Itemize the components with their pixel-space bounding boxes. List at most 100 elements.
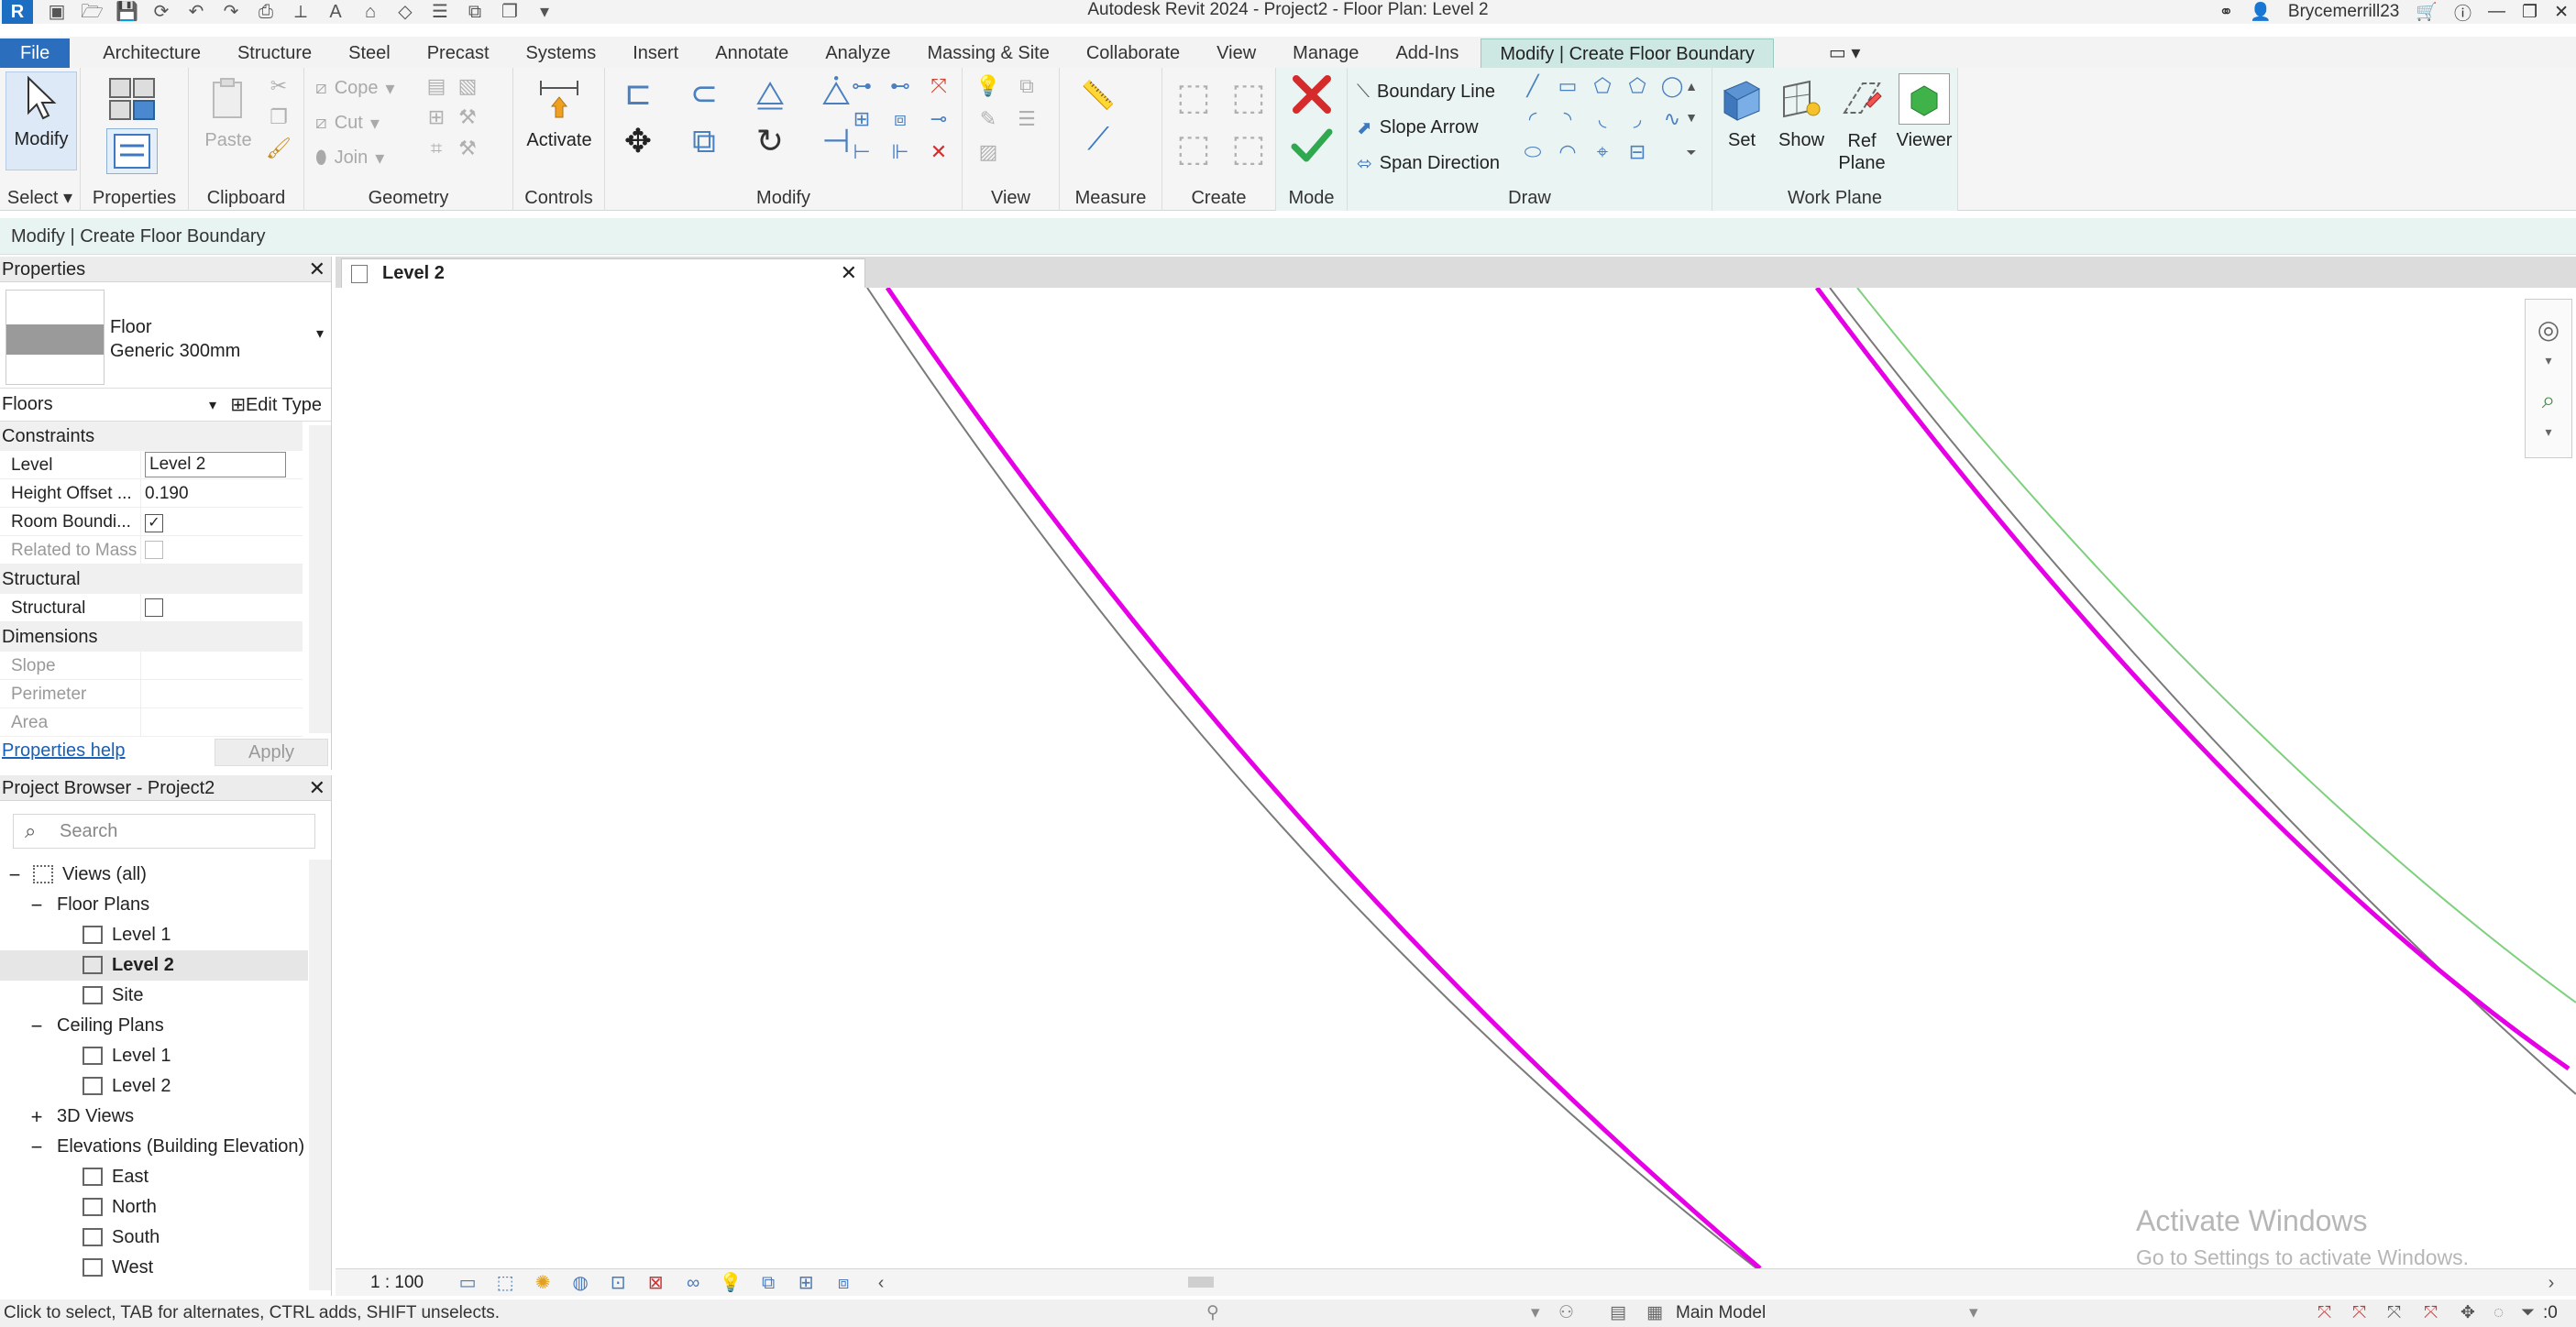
demolish-icon[interactable]: ⚒ (455, 104, 480, 130)
group-structural[interactable]: Structural (0, 565, 303, 594)
type-properties-icon[interactable] (106, 75, 158, 125)
pick-lines-icon[interactable]: ⌖ (1590, 139, 1615, 165)
create-similar-icon[interactable]: ⬚ (1223, 125, 1274, 172)
type-selector[interactable]: Floor Generic 300mm ▾ (0, 282, 331, 389)
draw-gallery-down-icon[interactable]: ▼ (1679, 104, 1704, 130)
set-work-plane-button[interactable]: Set (1712, 73, 1771, 151)
customize-qat-icon[interactable]: ▾ (534, 3, 556, 21)
section-icon[interactable]: ◇ (394, 3, 416, 21)
tab-modify-create-floor-boundary[interactable]: Modify | Create Floor Boundary (1481, 38, 1774, 68)
redo-icon[interactable]: ↷ (220, 3, 242, 21)
match-type-icon[interactable]: 🖌 (266, 136, 292, 161)
split-element-icon[interactable]: ⊶ (849, 73, 875, 99)
tree-fp-level2[interactable]: Level 2 (0, 950, 308, 981)
tree-elevations[interactable]: − Elevations (Building Elevation) (0, 1132, 308, 1162)
shadows-icon[interactable]: ◍ (567, 1273, 593, 1293)
tree-west[interactable]: West (0, 1253, 308, 1283)
properties-scrollbar[interactable] (309, 425, 331, 733)
tree-north[interactable]: North (0, 1192, 308, 1223)
thin-lines-icon[interactable]: ☰ (429, 3, 451, 21)
measure-icon[interactable]: ⟂ (290, 3, 312, 21)
active-model[interactable]: Main Model (1676, 1300, 1766, 1327)
wall-joins-icon[interactable]: ⊞ (424, 104, 449, 130)
draw-gallery-up-icon[interactable]: ▲ (1679, 73, 1704, 99)
wheel-dropdown-icon[interactable]: ▾ (2536, 347, 2561, 373)
tab-annotate[interactable]: Annotate (697, 38, 807, 68)
drawing-area[interactable]: ◎ ▾ ⌕ ▾ Activate Windows Go to Settings … (336, 288, 2576, 1269)
show-crop-region-icon[interactable]: ⊠ (643, 1273, 668, 1293)
user-icon[interactable]: 👤 (2250, 1, 2272, 23)
close-properties-icon[interactable]: ✕ (309, 257, 325, 282)
zoom-dropdown-icon[interactable]: ▾ (2536, 419, 2561, 444)
wall-line-right[interactable] (1829, 288, 2576, 1095)
ref-plane-button[interactable]: Ref Plane (1832, 73, 1892, 174)
cut-to-clipboard-icon[interactable]: ✂ (266, 73, 292, 99)
aligned-dimension-icon[interactable]: ⟋ (1071, 122, 1126, 157)
hide-element-icon[interactable]: ▨ (975, 139, 1001, 165)
view-tab-level-2[interactable]: Level 2 ✕ (341, 258, 865, 288)
restore-icon[interactable]: ❐ (2522, 2, 2537, 23)
worksets-icon[interactable]: ⚲ (1206, 1300, 1219, 1327)
scale-icon[interactable]: ⧈ (887, 106, 913, 132)
join-button[interactable]: ⬮ Join ▾ (315, 141, 384, 174)
design-options-dropdown-icon[interactable]: ▾ (1531, 1300, 1540, 1327)
model-icon[interactable]: ▦ (1646, 1300, 1663, 1327)
close-hidden-icon[interactable]: ⧉ (464, 3, 486, 21)
group-constraints[interactable]: Constraints (0, 422, 303, 451)
revit-logo-icon[interactable]: R (2, 0, 33, 24)
view-scale[interactable]: 1 : 100 (370, 1273, 424, 1293)
open-icon[interactable]: 🗁 (81, 3, 104, 21)
rectangle-icon[interactable]: ▭ (1555, 73, 1580, 99)
fillet-arc-icon[interactable]: ◞ (1624, 106, 1650, 132)
browser-scrollbar[interactable] (309, 860, 331, 1290)
tab-systems[interactable]: Systems (508, 38, 615, 68)
temporary-hide-icon[interactable]: ∞ (680, 1273, 706, 1293)
tab-analyze[interactable]: Analyze (807, 38, 908, 68)
activate-button[interactable]: Activate (519, 73, 600, 151)
move-icon[interactable]: ✥ (612, 121, 664, 161)
analytical-model-icon[interactable]: ⧈ (831, 1273, 856, 1293)
ellipse-icon[interactable]: ⬭ (1520, 139, 1546, 165)
tree-east[interactable]: East (0, 1162, 308, 1192)
viewer-button[interactable]: Viewer (1892, 73, 1956, 151)
worksharing-display-icon[interactable]: ⊞ (793, 1273, 819, 1293)
select-by-face-icon[interactable]: ⤧ (2424, 1300, 2438, 1327)
collapse-icon[interactable]: − (6, 860, 24, 890)
group-dimensions[interactable]: Dimensions (0, 622, 303, 652)
arc-tangent-icon[interactable]: ◟ (1590, 106, 1615, 132)
structural-checkbox[interactable] (145, 598, 163, 617)
expand-icon[interactable]: + (28, 1102, 46, 1132)
reference-green-line[interactable] (1856, 288, 2576, 1003)
background-processes-icon[interactable]: ◌ (2493, 1300, 2504, 1327)
create-parts-icon[interactable]: ⬚ (1168, 73, 1219, 121)
user-name[interactable]: Brycemerrill23 (2288, 2, 2399, 22)
hammer-icon[interactable]: ⚒ (455, 136, 480, 161)
line-icon[interactable]: ╱ (1520, 73, 1546, 99)
save-icon[interactable]: 💾 (116, 3, 138, 21)
copy-icon[interactable]: ⧉ (678, 121, 730, 161)
select-links-icon[interactable]: ⤧ (2317, 1300, 2331, 1327)
properties-palette-icon[interactable] (106, 128, 158, 174)
split-gap-icon[interactable]: ⊷ (887, 73, 913, 99)
panel-visibility-toggle-icon[interactable]: ▭ ▾ (1811, 38, 1879, 68)
paint-icon[interactable]: ▧ (455, 73, 480, 99)
cart-icon[interactable]: 🛒 (2416, 1, 2438, 23)
switch-windows-icon[interactable]: ❐ (499, 3, 521, 21)
hscroll-left-icon[interactable]: ‹ (868, 1273, 894, 1293)
measure-between-icon[interactable]: 📏 (1071, 81, 1126, 111)
tab-insert[interactable]: Insert (614, 38, 697, 68)
tree-south[interactable]: South (0, 1223, 308, 1253)
tree-floor-plans[interactable]: − Floor Plans (0, 890, 308, 920)
align-icon[interactable]: ⊏ (612, 73, 664, 114)
sketch-boundary-line-left[interactable] (885, 288, 1762, 1268)
delete-icon[interactable]: ✕ (926, 139, 952, 165)
sun-path-icon[interactable]: ✺ (530, 1273, 556, 1293)
hscroll-right-icon[interactable]: › (2538, 1273, 2564, 1293)
polygon-circumscribed-icon[interactable]: ⬠ (1624, 73, 1650, 99)
cancel-edit-mode-button[interactable] (1289, 71, 1335, 117)
close-browser-icon[interactable]: ✕ (309, 775, 325, 801)
tab-file[interactable]: File (0, 38, 71, 68)
unpin-icon[interactable]: ⤧ (926, 73, 952, 99)
tree-cp-level1[interactable]: Level 1 (0, 1041, 308, 1071)
paste-button[interactable]: Paste (193, 73, 264, 151)
